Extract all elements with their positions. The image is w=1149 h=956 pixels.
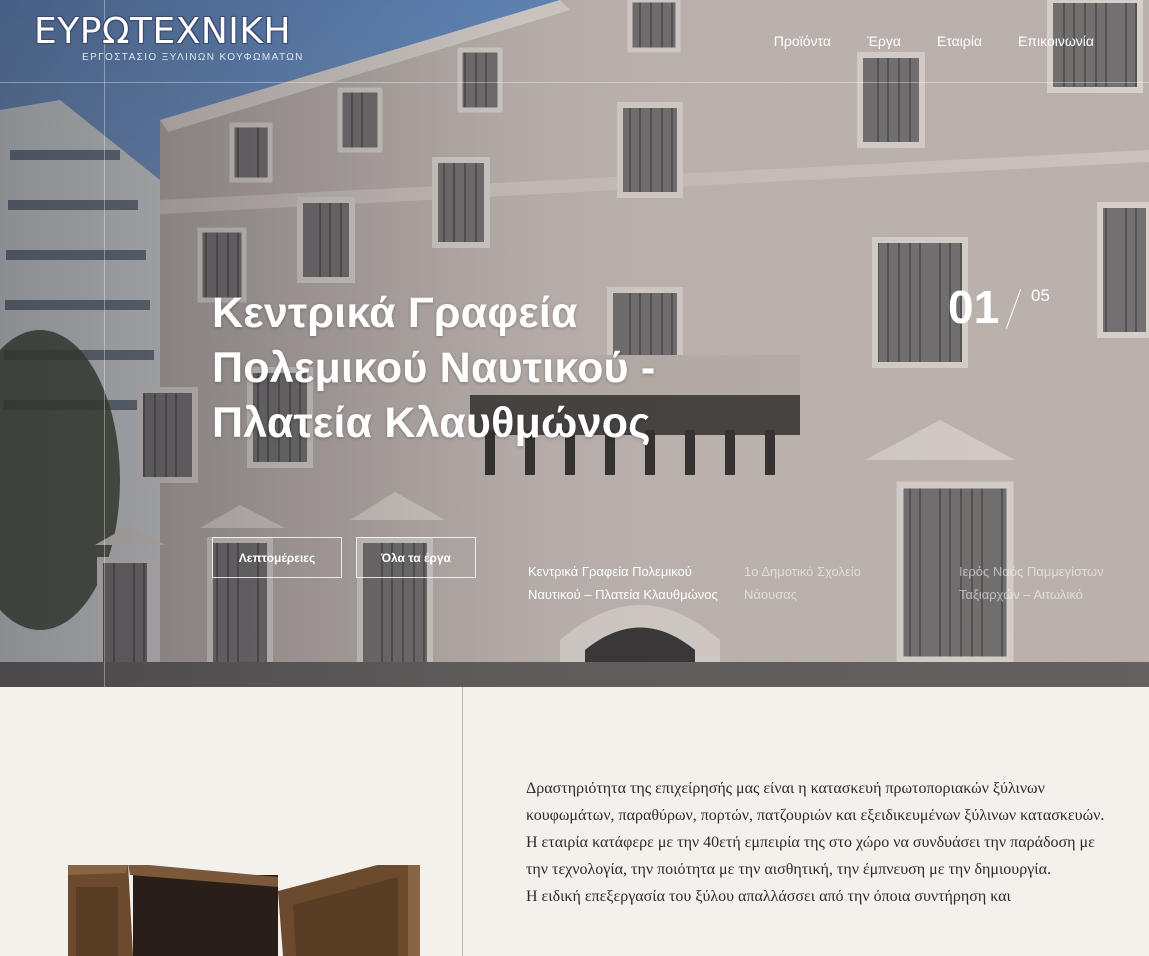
header-divider-line (0, 82, 1149, 83)
nav-item-company[interactable]: Εταιρία (937, 32, 982, 50)
hero-slider: ΕΥΡΩΤΕΧΝΙΚΗ ΕΡΓΟΣΤΑΣΙΟ ΞΥΛΙΝΩΝ ΚΟΥΦΩΜΑΤΩ… (0, 0, 1149, 687)
slide-link-aitoliko-church[interactable]: Ιερός Ναός Παμμεγίστων Ταξιαρχών – Αιτωλ… (959, 560, 1129, 606)
vertical-guide-line (104, 0, 105, 687)
nav-item-contact[interactable]: Επικοινωνία (1018, 32, 1094, 50)
about-section: Δραστηριότητα της επιχείρησής μας είναι … (0, 687, 1149, 956)
slide-link-naousa-school[interactable]: 1ο Δημοτικό Σχολείο Νάουσας (744, 560, 894, 606)
slide-counter-total: 05 (1031, 286, 1050, 305)
slide-link-navy-headquarters[interactable]: Κεντρικά Γραφεία Πολεμικού Ναυτικού – Πλ… (528, 560, 728, 606)
about-text: Δραστηριότητα της επιχείρησής μας είναι … (526, 775, 1116, 910)
brand-title: ΕΥΡΩΤΕΧΝΙΚΗ (34, 11, 292, 52)
about-paragraph: Η εταιρία κατάφερε με την 40ετή εμπειρία… (526, 834, 1095, 878)
all-projects-button[interactable]: Όλα τα έργα (356, 537, 476, 578)
wooden-door-image (68, 865, 420, 956)
brand-subtitle: ΕΡΓΟΣΤΑΣΙΟ ΞΥΛΙΝΩΝ ΚΟΥΦΩΜΑΤΩΝ (82, 52, 304, 63)
hero-title: Κεντρικά Γραφεία Πολεμικού Ναυτικού - Πλ… (212, 289, 656, 447)
slide-counter-current: 01 (948, 281, 1000, 333)
nav-item-products[interactable]: Προϊόντα (774, 32, 831, 50)
section-divider (462, 687, 463, 956)
nav-item-projects[interactable]: Έργα (867, 32, 901, 50)
about-paragraph: Δραστηριότητα της επιχείρησής μας είναι … (526, 780, 1105, 824)
about-paragraph: Η ειδική επεξεργασία του ξύλου απαλλάσσε… (526, 888, 1011, 905)
details-button[interactable]: Λεπτομέρειες (212, 537, 342, 578)
brand-logo[interactable]: ΕΥΡΩΤΕΧΝΙΚΗ ΕΡΓΟΣΤΑΣΙΟ ΞΥΛΙΝΩΝ ΚΟΥΦΩΜΑΤΩ… (34, 11, 302, 68)
main-navigation: Προϊόντα Έργα Εταιρία Επικοινωνία (774, 32, 1094, 50)
